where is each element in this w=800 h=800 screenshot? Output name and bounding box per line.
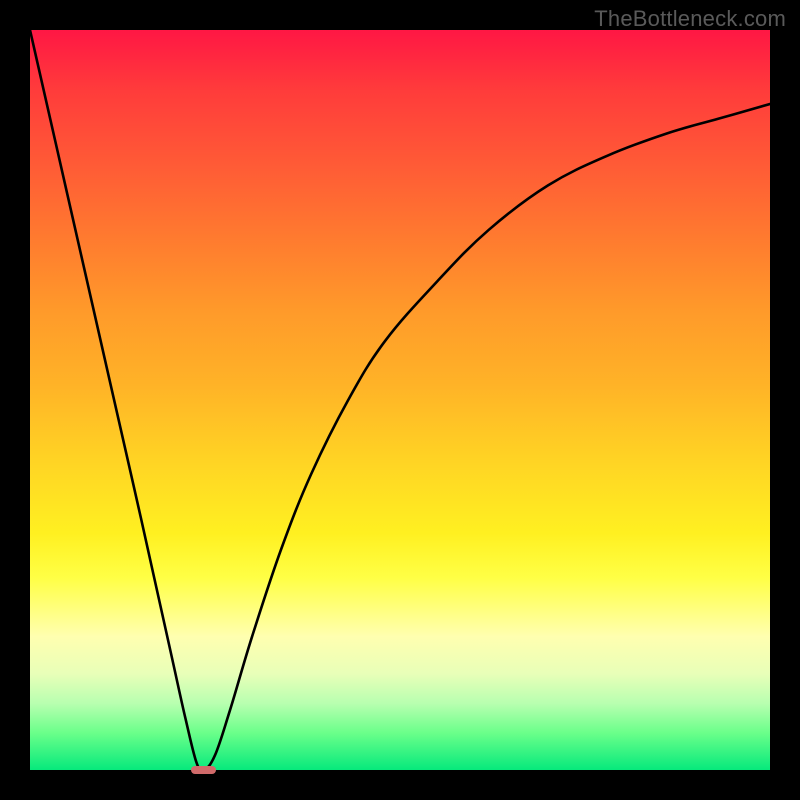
chart-frame: TheBottleneck.com xyxy=(0,0,800,800)
watermark-text: TheBottleneck.com xyxy=(594,6,786,32)
plot-area xyxy=(30,30,770,770)
bottleneck-curve xyxy=(30,30,770,770)
optimal-point-marker xyxy=(191,766,216,775)
